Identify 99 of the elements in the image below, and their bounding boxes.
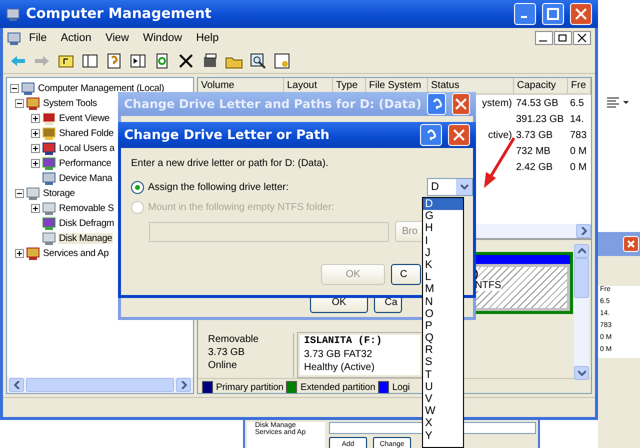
option-label: Mount in the following empty NTFS folder:: [148, 202, 334, 212]
expand-icon[interactable]: [31, 159, 40, 168]
dialog-title: Change Drive Letter and Paths for D: (Data): [124, 97, 422, 111]
table-cell: 3.73 GB: [516, 130, 553, 140]
align-icon[interactable]: [606, 96, 632, 108]
table-cell: 2.42 GB: [516, 162, 553, 172]
menu-item[interactable]: View: [99, 32, 135, 44]
list-option[interactable]: X: [423, 417, 463, 430]
scroll-left-icon[interactable]: [9, 378, 24, 392]
list-option[interactable]: Q: [423, 332, 463, 344]
column-header[interactable]: Status: [428, 78, 514, 95]
expand-icon[interactable]: [31, 144, 40, 153]
tree-item[interactable]: Device Mana: [58, 173, 114, 184]
menu-item[interactable]: Help: [190, 32, 225, 44]
table-cell: 0 M: [570, 146, 587, 156]
drive-select[interactable]: D: [427, 178, 473, 196]
column-header[interactable]: Capacity: [514, 78, 568, 95]
tree-item[interactable]: Disk Defragm: [58, 218, 116, 229]
dialog-button[interactable]: C: [391, 264, 421, 285]
tree-item[interactable]: Services and Ap: [42, 248, 110, 259]
legend-label: Logi: [392, 382, 410, 392]
table-cell: 6.5: [570, 98, 584, 108]
partition-block[interactable]: ISLANITA (F:) 3.73 GB FAT32 Healthy (Active): [298, 333, 422, 377]
close-icon[interactable]: [452, 93, 470, 115]
close-icon[interactable]: [570, 3, 592, 25]
column-header[interactable]: Fre: [568, 78, 591, 95]
search-icon[interactable]: [249, 52, 267, 70]
tree-item[interactable]: Storage: [42, 188, 76, 199]
expand-icon[interactable]: [31, 204, 40, 213]
tree-item[interactable]: Performance: [58, 158, 112, 169]
list-option[interactable]: T: [423, 368, 463, 381]
list-option[interactable]: D: [423, 198, 463, 210]
panel-icon[interactable]: [81, 52, 99, 70]
list-option[interactable]: P: [423, 320, 463, 332]
table-cell: 391.23 GB: [516, 114, 564, 124]
list-option[interactable]: W: [423, 405, 463, 418]
menu-item[interactable]: Action: [54, 32, 98, 44]
scroll-thumb[interactable]: [574, 258, 589, 298]
disk-info: Removable: [208, 333, 260, 346]
scroll-down-icon[interactable]: [574, 366, 589, 380]
tree-item[interactable]: Event Viewe: [58, 113, 110, 124]
tree-item[interactable]: Disk Manage: [58, 233, 114, 244]
expand-icon[interactable]: [31, 129, 40, 138]
list-option[interactable]: V: [423, 393, 463, 406]
tree-item[interactable]: System Tools: [42, 98, 98, 109]
legend-label: Primary partition: [216, 382, 284, 392]
menu-item[interactable]: File: [23, 32, 53, 44]
menu-item[interactable]: Window: [136, 32, 188, 44]
expand-icon[interactable]: [31, 114, 40, 123]
delete-icon[interactable]: [177, 52, 195, 70]
tree-item[interactable]: Shared Folde: [58, 128, 115, 139]
prompt-text: Enter a new drive letter or path for D: (Data).: [131, 158, 330, 169]
caret-icon: [460, 184, 468, 190]
radio-button[interactable]: [131, 180, 144, 194]
table-cell: 74.53 GB: [516, 98, 558, 108]
list-option[interactable]: G: [423, 210, 463, 222]
scroll-up-icon[interactable]: [574, 244, 589, 258]
collapse-icon[interactable]: [15, 99, 24, 108]
partition-text: 3.73 GB FAT32: [304, 348, 374, 361]
window-controls-icon[interactable]: [535, 31, 591, 45]
folder-field[interactable]: [149, 222, 389, 242]
table-cell: ctive): [488, 130, 512, 140]
partition-text: Healthy (Active): [304, 361, 376, 374]
computer-icon: [7, 32, 21, 44]
disk-info: Online: [208, 359, 238, 372]
maximize-icon[interactable]: [542, 3, 564, 25]
scroll-right-icon[interactable]: [176, 378, 191, 392]
tree-item[interactable]: Removable S: [58, 203, 115, 214]
close-icon[interactable]: [623, 236, 639, 252]
list-option[interactable]: H: [423, 222, 463, 235]
window-title: Computer Management: [26, 6, 212, 22]
list-option[interactable]: U: [423, 380, 463, 393]
table-cell: 732 MB: [516, 146, 550, 156]
table-cell: 783: [570, 130, 587, 140]
collapse-icon[interactable]: [10, 84, 19, 93]
partition-name: ISLANITA (F:): [304, 335, 384, 348]
tree-item[interactable]: Computer Management (Local): [37, 83, 166, 94]
table-cell: ystem): [482, 98, 512, 108]
list-option[interactable]: Y: [423, 430, 463, 442]
dialog-title: Change Drive Letter or Path: [124, 128, 331, 142]
list-option[interactable]: S: [423, 356, 463, 369]
properties-icon[interactable]: [201, 52, 219, 70]
computer-icon: [6, 8, 20, 20]
list-option[interactable]: R: [423, 344, 463, 356]
collapse-icon[interactable]: [15, 189, 24, 198]
list-option[interactable]: I: [423, 234, 463, 247]
close-icon[interactable]: [448, 124, 470, 146]
option-label: Assign the following drive letter:: [148, 182, 289, 192]
expand-icon[interactable]: [15, 249, 24, 258]
disk-info: 3.73 GB: [208, 346, 246, 359]
legend-label: Extended partition: [300, 382, 376, 392]
tree-item[interactable]: Local Users a: [58, 143, 116, 154]
table-cell: 14.: [570, 114, 584, 124]
scroll-thumb[interactable]: [26, 378, 174, 392]
partition-text: NTFS: [475, 280, 502, 291]
table-cell: 0 M: [570, 162, 587, 172]
minimize-icon[interactable]: [514, 3, 536, 25]
panel-icon[interactable]: [129, 52, 147, 70]
scroll-right-icon[interactable]: [576, 224, 591, 238]
